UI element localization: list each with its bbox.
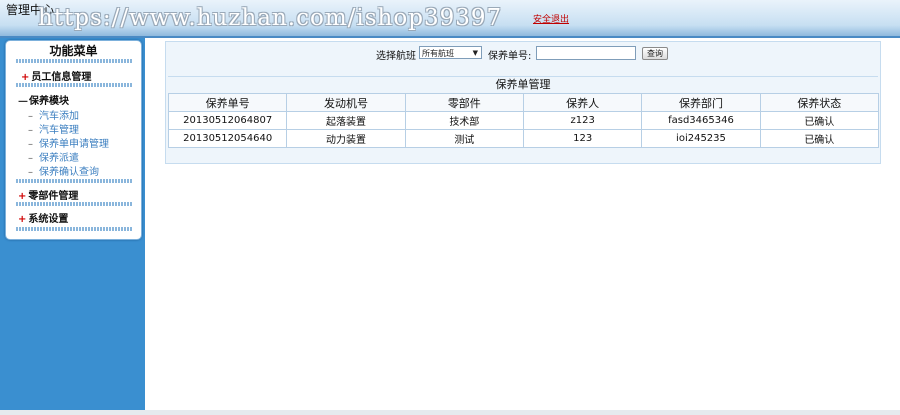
route-label: 选择航班 <box>376 51 416 62</box>
menu-divider <box>16 83 132 87</box>
table-cell: 已确认 <box>759 111 880 130</box>
menu-item-order-apply[interactable]: – 保养单申请管理 <box>28 135 109 150</box>
column-header: 零部件 <box>404 93 524 112</box>
menu-group-label: 零部件管理 <box>28 191 79 202</box>
menu-item-add-car[interactable]: – 汽车添加 <box>28 107 79 122</box>
table-cell: 动力装置 <box>286 129 406 148</box>
menu-group-maintenance[interactable]: —保养模块 <box>18 92 69 107</box>
expand-plus-icon: + <box>21 72 30 83</box>
table-row[interactable]: 20130512064807 起落装置 技术部 z123 fasd3465346… <box>167 111 880 130</box>
menu-title: 功能菜单 <box>49 44 98 58</box>
table-cell: 20130512054640 <box>167 129 288 148</box>
expand-plus-icon: + <box>18 214 27 225</box>
menu-group-label: 保养模块 <box>29 96 69 107</box>
order-number-input[interactable] <box>536 46 636 60</box>
search-bar: 选择航班 所有航班 ▼ 保养单号: 查询 <box>166 44 880 62</box>
menu-item-dispatch[interactable]: – 保养派遣 <box>28 149 79 164</box>
table-cell: 测试 <box>404 129 524 148</box>
menu-group-label: 系统设置 <box>28 214 69 225</box>
column-header: 保养状态 <box>759 93 880 112</box>
table-header-row: 保养单号 发动机号 零部件 保养人 保养部门 保养状态 <box>167 93 880 112</box>
column-header: 保养单号 <box>167 93 288 112</box>
menu-divider <box>16 227 132 231</box>
column-header: 保养人 <box>522 93 643 112</box>
table-cell: fasd3465346 <box>641 111 761 130</box>
route-select-value: 所有航班 <box>422 49 454 58</box>
dash-icon: – <box>28 167 33 178</box>
table-row[interactable]: 20130512054640 动力装置 测试 123 ioi245235 已确认 <box>167 129 880 148</box>
column-header: 保养部门 <box>641 93 761 112</box>
sidebar: 功能菜单 + 员工信息管理 —保养模块 – 汽车添加 – 汽车管理 – 保养单申请管理 … <box>0 38 145 410</box>
menu-group-staff[interactable]: + 员工信息管理 <box>21 68 91 83</box>
menu-item-label: 保养确认查询 <box>39 167 99 178</box>
menu-group-parts[interactable]: + 零部件管理 <box>18 187 78 202</box>
bottom-strip <box>0 410 900 415</box>
table-cell: 123 <box>522 129 643 148</box>
menu-divider <box>16 59 132 63</box>
table-cell: 20130512064807 <box>167 111 288 130</box>
order-number-label: 保养单号: <box>488 51 532 62</box>
menu-item-confirm-query[interactable]: – 保养确认查询 <box>28 163 99 178</box>
maintenance-order-table: 保养单号 发动机号 零部件 保养人 保养部门 保养状态 201305120648… <box>167 93 880 148</box>
dropdown-arrow-icon: ▼ <box>472 49 478 57</box>
table-cell: 起落装置 <box>286 111 406 130</box>
menu-divider <box>16 179 132 183</box>
menu-group-settings[interactable]: + 系统设置 <box>18 210 68 225</box>
menu-item-car-manage[interactable]: – 汽车管理 <box>28 121 79 136</box>
table-cell: 技术部 <box>404 111 524 130</box>
top-header: 管理中心 https://www.huzhan.com/ishop39397 安… <box>0 0 900 38</box>
table-cell: ioi245235 <box>641 129 761 148</box>
table-title: 保养单管理 <box>168 76 878 92</box>
watermark-text: https://www.huzhan.com/ishop39397 <box>38 5 503 31</box>
main-content: 选择航班 所有航班 ▼ 保养单号: 查询 保养单管理 保养单号 发动机号 零部件… <box>165 41 881 164</box>
table-cell: z123 <box>522 111 643 130</box>
query-button[interactable]: 查询 <box>642 47 668 60</box>
menu-divider <box>16 202 132 206</box>
table-cell: 已确认 <box>759 129 880 148</box>
route-select[interactable]: 所有航班 ▼ <box>419 46 482 59</box>
collapse-minus-icon: — <box>18 96 28 107</box>
logout-link[interactable]: 安全退出 <box>533 12 569 25</box>
expand-plus-icon: + <box>18 191 27 202</box>
column-header: 发动机号 <box>286 93 406 112</box>
function-menu-panel: 功能菜单 + 员工信息管理 —保养模块 – 汽车添加 – 汽车管理 – 保养单申请管理 … <box>5 40 142 240</box>
menu-group-label: 员工信息管理 <box>31 72 92 83</box>
